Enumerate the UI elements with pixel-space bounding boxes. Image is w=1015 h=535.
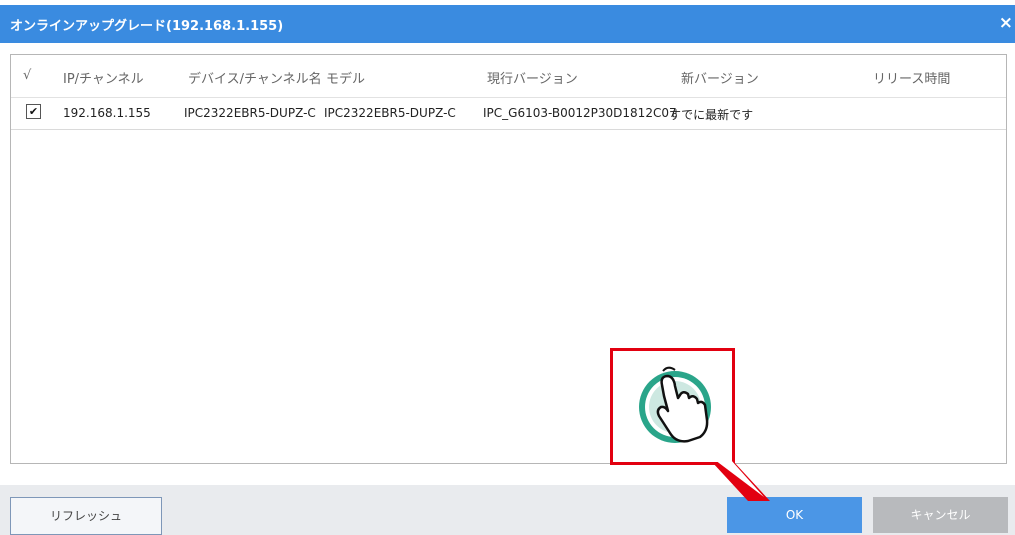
ok-button[interactable]: OK bbox=[727, 497, 862, 533]
header-current-version: 現行バージョン bbox=[487, 72, 578, 87]
cell-model: IPC2322EBR5-DUPZ-C bbox=[324, 106, 456, 120]
table-row[interactable]: ✔ 192.168.1.155 IPC2322EBR5-DUPZ-C IPC23… bbox=[11, 98, 1006, 130]
header-new-version: 新バージョン bbox=[681, 72, 759, 87]
row-checkbox[interactable]: ✔ bbox=[26, 104, 41, 119]
table-header: √ IP/チャンネル デバイス/チャンネル名 モデル 現行バージョン 新バージョ… bbox=[11, 55, 1006, 98]
cell-new-version: すでに最新です bbox=[669, 108, 754, 122]
online-upgrade-dialog: オンラインアップグレード(192.168.1.155) × √ IP/チャンネル… bbox=[0, 0, 1015, 535]
cell-current-version: IPC_G6103-B0012P30D1812C07 bbox=[483, 106, 677, 120]
cell-ip: 192.168.1.155 bbox=[63, 106, 151, 120]
annotation-highlight-box bbox=[610, 348, 735, 465]
header-model: モデル bbox=[326, 72, 366, 87]
dialog-title: オンラインアップグレード(192.168.1.155) bbox=[10, 19, 284, 34]
device-table: √ IP/チャンネル デバイス/チャンネル名 モデル 現行バージョン 新バージョ… bbox=[10, 54, 1007, 464]
close-icon[interactable]: × bbox=[999, 13, 1013, 33]
header-ip-channel: IP/チャンネル bbox=[63, 72, 144, 87]
refresh-button[interactable]: リフレッシュ bbox=[10, 497, 162, 535]
cell-device-name: IPC2322EBR5-DUPZ-C bbox=[184, 106, 316, 120]
header-device-name: デバイス/チャンネル名 bbox=[188, 72, 322, 87]
title-bar: オンラインアップグレード(192.168.1.155) × bbox=[0, 5, 1015, 43]
cancel-button[interactable]: キャンセル bbox=[873, 497, 1008, 533]
header-release-time: リリース時間 bbox=[873, 72, 951, 87]
header-check-all[interactable]: √ bbox=[23, 68, 31, 83]
